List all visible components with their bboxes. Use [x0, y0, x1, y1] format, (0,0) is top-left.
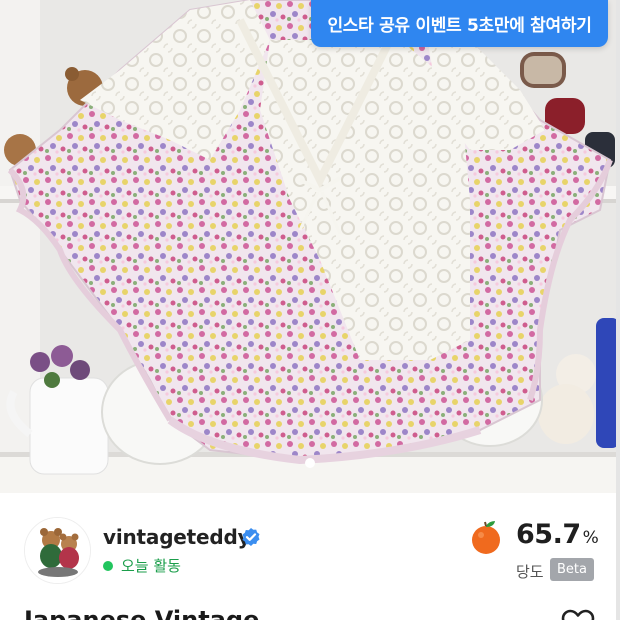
product-title: Japanese Vintage	[24, 606, 260, 620]
verified-check-icon	[242, 528, 260, 546]
heart-outline-icon[interactable]	[561, 609, 595, 620]
seller-info[interactable]: vintageteddy 오늘 활동 65.7% 당도 Beta	[0, 493, 620, 593]
product-photo	[0, 0, 620, 493]
activity-status: 오늘 활동	[121, 557, 181, 575]
seller-name[interactable]: vintageteddy	[103, 525, 251, 549]
scrollbar-track[interactable]	[616, 0, 620, 620]
online-status-dot	[103, 561, 113, 571]
orange-fruit-icon	[472, 521, 500, 554]
carousel-dot[interactable]	[305, 458, 315, 468]
product-image-carousel[interactable]: 인스타 공유 이벤트 5초만에 참여하기	[0, 0, 620, 493]
carousel-indicator	[0, 458, 620, 468]
avatar[interactable]	[24, 517, 91, 584]
instagram-share-event-button[interactable]: 인스타 공유 이벤트 5초만에 참여하기	[311, 0, 608, 47]
beta-badge: Beta	[550, 558, 594, 581]
teddy-avatar-image	[25, 518, 90, 583]
sweetness-label: 당도	[516, 563, 544, 581]
sweetness-score: 65.7%	[516, 519, 599, 550]
